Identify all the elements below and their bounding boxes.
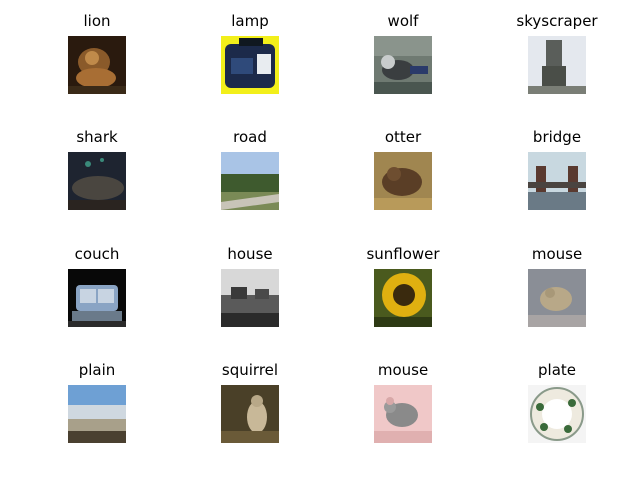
squirrel-photo [221, 385, 279, 443]
grid-cell-couch: couch [37, 245, 157, 327]
grid-cell-plate: plate [497, 361, 617, 443]
cell-title: lamp [231, 12, 269, 30]
cell-title: plate [538, 361, 576, 379]
cell-title: sunflower [366, 245, 440, 263]
cell-title: mouse [377, 361, 429, 379]
cell-title: squirrel [221, 361, 279, 379]
grid-cell-mouse-1: mouse [497, 245, 617, 327]
cell-title: house [227, 245, 273, 263]
cell-title: couch [74, 245, 120, 263]
grid-cell-otter: otter [343, 128, 463, 210]
lion-photo [68, 36, 126, 94]
lamp-photo [221, 36, 279, 94]
grid-cell-mouse-2: mouse [343, 361, 463, 443]
cell-title: bridge [532, 128, 582, 146]
mouse-photo [374, 385, 432, 443]
otter-photo [374, 152, 432, 210]
couch-photo [68, 269, 126, 327]
house-photo [221, 269, 279, 327]
grid-cell-lion: lion [37, 12, 157, 94]
plain-photo [68, 385, 126, 443]
mouse-photo [528, 269, 586, 327]
grid-cell-bridge: bridge [497, 128, 617, 210]
page: { "grid": { "cells": [ {"label": "lion",… [0, 0, 640, 480]
grid-cell-sunflower: sunflower [343, 245, 463, 327]
grid-cell-skyscraper: skyscraper [497, 12, 617, 94]
grid-cell-wolf: wolf [343, 12, 463, 94]
skyscraper-photo [528, 36, 586, 94]
cell-title: plain [78, 361, 116, 379]
grid-cell-road: road [190, 128, 310, 210]
road-photo [221, 152, 279, 210]
grid-cell-squirrel: squirrel [190, 361, 310, 443]
grid-cell-plain: plain [37, 361, 157, 443]
shark-photo [68, 152, 126, 210]
plate-photo [528, 385, 586, 443]
wolf-photo [374, 36, 432, 94]
cell-title: skyscraper [516, 12, 598, 30]
sunflower-photo [374, 269, 432, 327]
cell-title: lion [83, 12, 111, 30]
cell-title: wolf [387, 12, 419, 30]
cell-title: road [233, 128, 267, 146]
grid-cell-house: house [190, 245, 310, 327]
grid-cell-shark: shark [37, 128, 157, 210]
grid-cell-lamp: lamp [190, 12, 310, 94]
bridge-photo [528, 152, 586, 210]
cell-title: shark [76, 128, 118, 146]
cell-title: mouse [531, 245, 583, 263]
cell-title: otter [384, 128, 422, 146]
